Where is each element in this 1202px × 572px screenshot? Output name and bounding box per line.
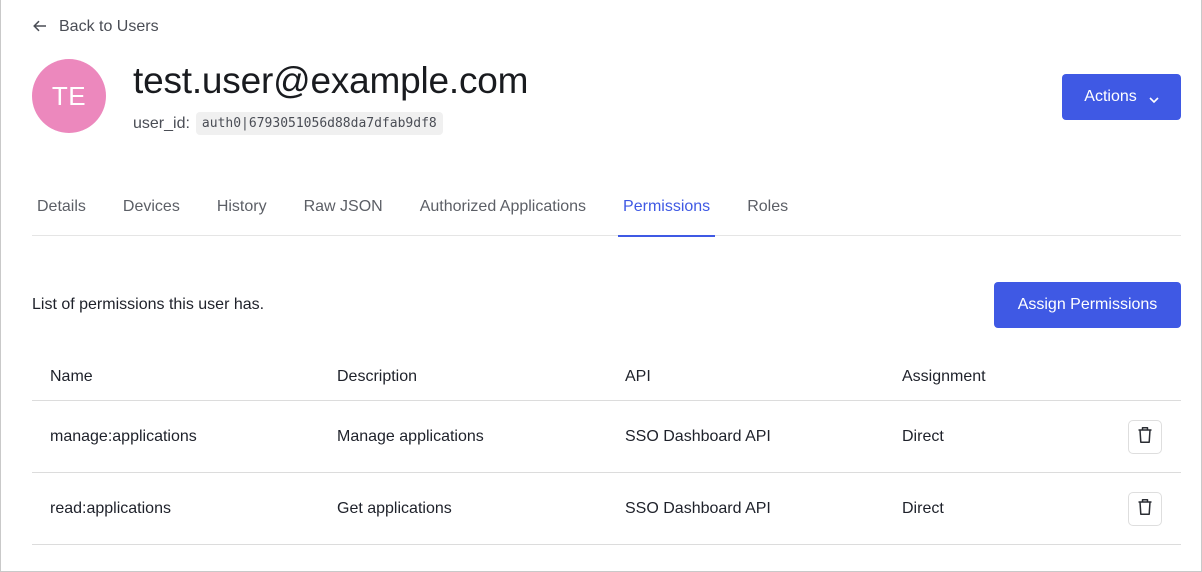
permissions-description: List of permissions this user has. — [32, 296, 265, 313]
permission-api: SSO Dashboard API — [625, 427, 771, 445]
trash-icon — [1137, 426, 1153, 447]
permission-assignment: Direct — [902, 427, 944, 445]
table-header: Name Description API Assignment — [32, 354, 1181, 401]
column-header-assignment[interactable]: Assignment — [884, 368, 1104, 386]
tab-authorized-applications[interactable]: Authorized Applications — [415, 190, 591, 236]
tab-permissions[interactable]: Permissions — [618, 190, 716, 237]
user-id-row: user_id: auth0|6793051056d88da7dfab9df8 — [133, 112, 443, 135]
tab-history[interactable]: History — [212, 190, 272, 236]
avatar: TE — [32, 59, 106, 133]
delete-permission-button[interactable] — [1128, 491, 1162, 526]
table-row: read:applications Get applications SSO D… — [32, 473, 1181, 545]
permission-name: manage:applications — [50, 427, 197, 445]
user-id-label: user_id: — [133, 114, 190, 132]
delete-permission-button[interactable] — [1128, 419, 1162, 454]
trash-icon — [1137, 498, 1153, 519]
column-header-api[interactable]: API — [607, 368, 884, 386]
back-link-label: Back to Users — [59, 18, 159, 35]
user-id-value: auth0|6793051056d88da7dfab9df8 — [195, 112, 443, 135]
permission-name: read:applications — [50, 499, 171, 517]
permission-api: SSO Dashboard API — [625, 499, 771, 517]
column-header-description[interactable]: Description — [319, 368, 607, 386]
avatar-initials: TE — [51, 80, 87, 111]
arrow-left-icon — [33, 19, 49, 36]
tab-details[interactable]: Details — [32, 190, 91, 236]
tab-bar: Details Devices History Raw JSON Authori… — [32, 190, 1181, 237]
assign-permissions-button[interactable]: Assign Permissions — [994, 282, 1181, 328]
table-row: manage:applications Manage applications … — [32, 401, 1181, 473]
permission-description: Manage applications — [337, 427, 484, 445]
permission-description: Get applications — [337, 499, 452, 517]
permission-assignment: Direct — [902, 499, 944, 517]
page-title: test.user@example.com — [133, 60, 529, 101]
actions-button[interactable]: Actions — [1062, 74, 1181, 120]
actions-button-label: Actions — [1084, 88, 1137, 105]
column-header-name[interactable]: Name — [32, 368, 319, 386]
chevron-down-icon — [1149, 92, 1159, 104]
tab-roles[interactable]: Roles — [742, 190, 793, 236]
tab-raw-json[interactable]: Raw JSON — [299, 190, 388, 236]
permissions-table: Name Description API Assignment manage:a… — [32, 354, 1181, 545]
back-to-users-link[interactable]: Back to Users — [33, 17, 159, 37]
tab-devices[interactable]: Devices — [118, 190, 185, 236]
